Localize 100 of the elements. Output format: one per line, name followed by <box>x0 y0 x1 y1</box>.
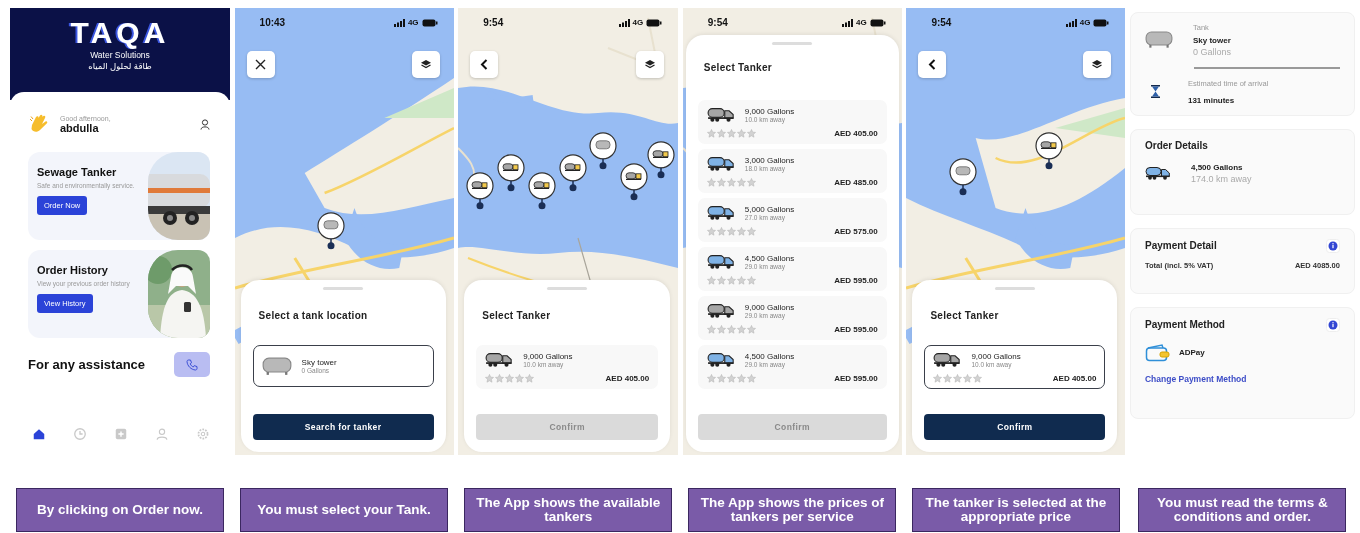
primary-button[interactable]: Confirm <box>924 414 1106 440</box>
step-caption: You must read the terms & conditions and order. <box>1138 488 1347 532</box>
layers-button[interactable] <box>411 51 440 78</box>
tanker-price: AED 595.00 <box>834 276 878 285</box>
star-icon <box>943 374 953 383</box>
map-pin[interactable] <box>1034 131 1063 170</box>
back-icon <box>480 59 489 70</box>
tanker-price: AED 595.00 <box>834 325 878 334</box>
tanker-capacity: 9,000 Gallons <box>744 107 795 116</box>
star-icon <box>726 227 736 236</box>
home-icon[interactable] <box>32 427 46 441</box>
star-icon <box>716 325 726 334</box>
star-icon <box>726 325 736 334</box>
sheet-title: Select a tank location <box>258 310 369 321</box>
tanker-capacity: 9,000 Gallons <box>971 352 1021 361</box>
back-icon <box>928 59 937 70</box>
status-time: 10:43 <box>259 17 286 28</box>
tanker-price: AED 575.00 <box>834 227 878 236</box>
close-button[interactable] <box>246 51 275 78</box>
map-pin[interactable] <box>527 171 556 210</box>
primary-button[interactable]: Search for tanker <box>252 414 434 440</box>
network-label: 4G <box>856 18 867 27</box>
tanker-capacity: 9,000 Gallons <box>523 352 573 361</box>
star-icon <box>953 374 963 383</box>
waving-hand-icon <box>28 113 50 135</box>
star-icon <box>716 227 726 236</box>
star-icon <box>515 374 525 383</box>
user-name: abdulla <box>60 121 99 134</box>
star-icon <box>736 227 746 236</box>
tanker-capacity: 4,500 Gallons <box>744 254 795 263</box>
star-icon <box>716 178 726 187</box>
star-icon <box>736 276 746 285</box>
info-icon[interactable] <box>1325 317 1340 332</box>
status-time: 9:54 <box>707 17 728 28</box>
star-icon <box>746 129 756 138</box>
map-pin[interactable] <box>589 131 618 170</box>
tanker-price: AED 405.00 <box>834 129 878 138</box>
star-icon <box>736 129 746 138</box>
step-caption: By clicking on Order now. <box>16 488 224 532</box>
signal-icon <box>393 18 405 27</box>
tank-name: Sky tower <box>1192 36 1231 45</box>
battery-icon <box>646 18 663 27</box>
tank-icon <box>1144 31 1173 49</box>
star-icon <box>746 374 756 383</box>
map-pin[interactable] <box>646 140 675 179</box>
star-icon <box>525 374 535 383</box>
star-icon <box>726 129 736 138</box>
star-icon <box>726 178 736 187</box>
network-label: 4G <box>1079 18 1091 27</box>
signal-icon <box>1065 18 1077 27</box>
map-pin[interactable] <box>316 211 345 250</box>
user-icon[interactable] <box>200 118 210 130</box>
tanker-price: AED 405.00 <box>605 374 650 383</box>
layers-icon <box>644 59 657 70</box>
card-title: Order History <box>37 264 108 276</box>
star-icon <box>495 374 505 383</box>
star-icon <box>505 374 515 383</box>
tanker-capacity: 3,000 Gallons <box>744 156 795 165</box>
tank-icon <box>261 356 292 376</box>
map-pin[interactable] <box>466 171 495 210</box>
sheet-title: Select Tanker <box>482 310 552 321</box>
star-icon <box>706 374 716 383</box>
map-pin[interactable] <box>949 158 978 197</box>
star-icon <box>716 374 726 383</box>
star-icon <box>706 325 716 334</box>
card-title: Payment Method <box>1144 319 1225 330</box>
call-button[interactable] <box>174 352 210 377</box>
tank-name: Sky tower <box>301 358 337 367</box>
phone-icon <box>186 358 198 371</box>
network-label: 4G <box>632 18 644 27</box>
map-pin[interactable] <box>497 153 525 192</box>
star-icon <box>706 276 716 285</box>
change-payment-link[interactable]: Change Payment Method <box>1144 373 1340 384</box>
tanker-price: AED 485.00 <box>834 178 878 187</box>
hourglass-icon <box>1150 85 1160 98</box>
tank-volume: 0 Gallons <box>1192 47 1231 57</box>
tanker-price: AED 595.00 <box>834 374 878 383</box>
sheet-title: Select Tanker <box>703 62 773 73</box>
back-button[interactable] <box>470 51 499 78</box>
step-caption: The tanker is selected at the appropriate price <box>911 488 1120 532</box>
star-icon <box>716 276 726 285</box>
payment-method-name: ADPay <box>1178 348 1205 357</box>
status-time: 9:54 <box>931 17 952 28</box>
map-pin[interactable] <box>620 162 649 201</box>
back-button[interactable] <box>918 51 947 78</box>
tanker-capacity: 5,000 Gallons <box>744 205 795 214</box>
info-icon[interactable] <box>1325 238 1340 253</box>
card-title: Order Details <box>1144 139 1209 151</box>
star-icon <box>933 374 943 383</box>
map-pin[interactable] <box>558 153 587 192</box>
order-distance: 174.0 km away <box>1190 173 1252 184</box>
close-icon <box>255 59 267 70</box>
layers-button[interactable] <box>1083 51 1112 78</box>
layers-button[interactable] <box>636 51 665 78</box>
network-label: 4G <box>407 18 419 27</box>
step-caption: You must select your Tank. <box>240 488 449 532</box>
star-icon <box>726 374 736 383</box>
star-icon <box>736 325 746 334</box>
card-title: Payment Detail <box>1144 240 1217 251</box>
eta-value: 131 minutes <box>1187 95 1236 105</box>
